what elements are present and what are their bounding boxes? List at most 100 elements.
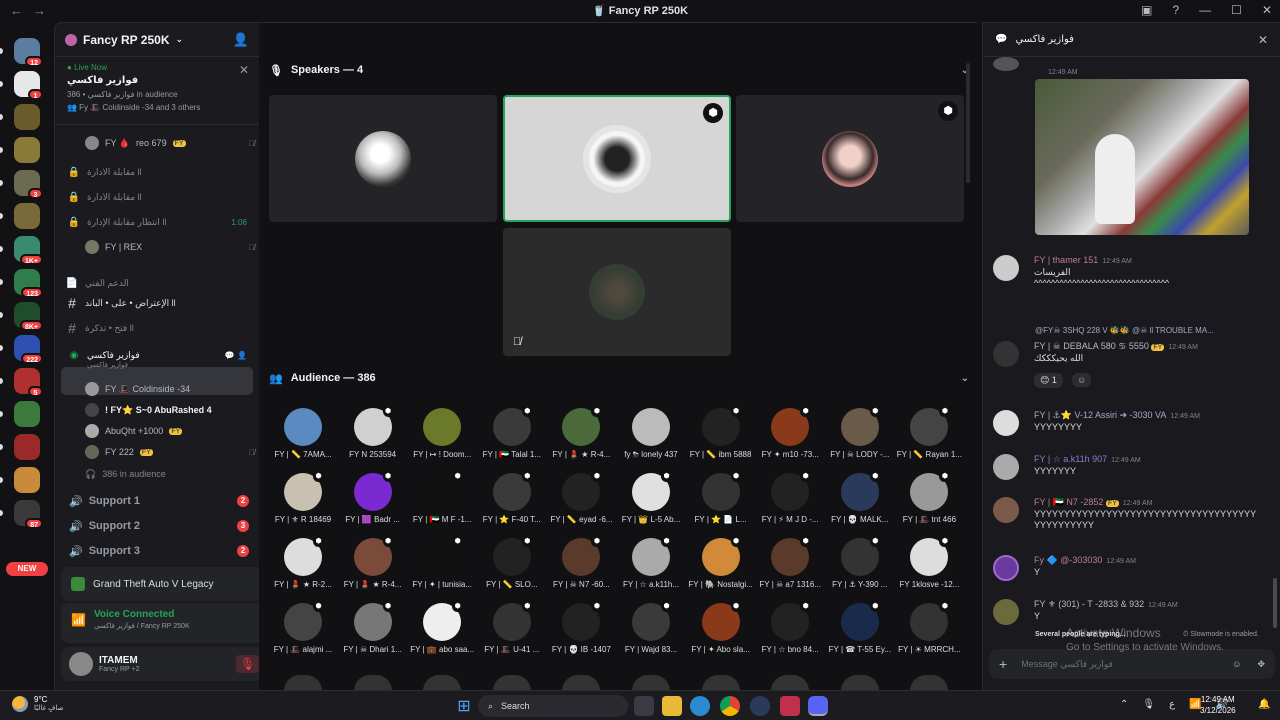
text-channel[interactable]: # الإعتراض • على • الباند ll [55,293,259,313]
audience-member[interactable]: ⬢ FY | ☆ bno 84... [755,601,825,663]
speaker-tile[interactable]: 🎙̸ [503,228,731,356]
image-attachment[interactable] [1035,79,1249,235]
server-icon[interactable]: 5 [14,368,43,397]
audience-count[interactable]: 🎧 386 in audience [85,465,255,483]
speaker-tile[interactable] [269,95,497,222]
avatar[interactable] [423,675,462,691]
avatar[interactable] [353,675,392,691]
close-icon[interactable]: ✕ [1258,33,1268,47]
server-icon[interactable]: 123 [14,269,43,298]
audience-member[interactable]: ⬢ FY | 💄 ★ R-2... [268,536,338,598]
audience-member[interactable]: FY | ↦ ! Doom... [407,408,477,468]
server-icon[interactable] [14,203,40,229]
message-author[interactable]: FY | thamer 151 [1034,255,1098,265]
audience-member[interactable]: ⬢ FY | ☠ N7 -60... [546,536,616,598]
close-icon[interactable]: ✕ [239,63,249,77]
notification-icon[interactable]: 🔔 [1258,699,1270,710]
audience-member[interactable]: ⬢ FY | 🎩 U-41 ... [477,601,547,663]
audience-member[interactable]: ⬢ FY | ⚡ M J D -... [755,471,825,533]
channel-item[interactable]: 🔒 مقابلة الادارة ll [55,162,259,182]
server-icon[interactable]: 222 [14,335,43,364]
avatar[interactable] [771,675,810,691]
audience-member[interactable]: ⬢ FY | ✦ Abo sla... [686,601,756,663]
channel-item[interactable]: 🔒 انتظار مقابلة الإدارة ll 1:06 [55,212,259,232]
message-author[interactable]: FY | 🇦🇪 N7 -2852 [1034,497,1103,507]
reaction[interactable]: 😊 1 [1034,373,1063,388]
task-view-icon[interactable] [634,696,654,716]
category-header[interactable]: 📄 الدعم الفني [55,273,259,293]
audience-member[interactable]: ⬢ FY | ☀ MRRCH... [894,601,964,663]
server-icon[interactable] [14,434,40,460]
avatar[interactable] [492,675,531,691]
avatar[interactable] [284,675,322,691]
live-stage-banner[interactable]: ● Live Now فوازير فاكسي فوازير فاكسي • 3… [55,57,259,125]
server-icon[interactable] [14,401,40,427]
server-icon[interactable]: 1 [14,71,43,100]
avatar[interactable] [562,675,601,691]
avatar[interactable] [632,675,670,691]
message-author[interactable]: FY | ☠ DEBALA 580 ♋ 5550 [1034,341,1149,351]
audience-member[interactable]: ⬢ FY | 🐘 Nostalgi... [686,536,756,598]
audience-member[interactable]: ⬢ FY | 🇦🇪 Talal 1... [477,406,547,468]
server-icon[interactable]: 8K+ [14,302,43,331]
message-author[interactable]: Fy 🔷 @-303030 [1034,555,1102,565]
rockstar-icon[interactable] [780,696,800,716]
support-channel[interactable]: 🔊 Support 32 [55,540,259,562]
support-channel[interactable]: 🔊 Support 23 [55,515,259,537]
apps-icon[interactable]: ✥ [1257,659,1265,670]
scrollbar[interactable] [1273,578,1277,628]
avatar[interactable] [910,675,949,691]
support-channel[interactable]: 🔊 Support 12 [55,490,259,512]
audience-member[interactable]: ⬢ FY | ⭐ F-40 T... [477,471,547,533]
help-icon[interactable]: ? [1172,3,1179,17]
server-icon[interactable] [14,467,40,493]
server-icon[interactable] [14,104,40,130]
stage-user[interactable]: AbuQht +1000 FY [85,422,255,440]
audience-member[interactable]: ⬢ FY | 📏 Rayan 1... [894,406,964,468]
audience-member[interactable]: ⬢ FY | ☠ LODY -... [825,406,895,468]
audience-member[interactable]: fy ⛈ lonely 437 [616,408,686,468]
audience-member[interactable]: ⬢ FY | ☆ a.k11h... [616,536,686,598]
avatar[interactable] [840,675,879,691]
audience-member[interactable]: ⬢ FY | 🟪 Badr ... [338,471,408,533]
audience-member[interactable]: ⬢ FY | 📏 SLO... [477,536,547,598]
voice-user[interactable]: FY 🩸 reo 679 FY 🎙̸ [85,134,255,152]
audience-member[interactable]: ⬢ FY ✦ m10 -73... [755,406,825,468]
add-attachment-icon[interactable]: + [999,656,1007,672]
audience-member[interactable]: ⬢ FY | 🇦🇪 M F -1... [407,471,477,533]
audience-member[interactable]: ⬢ FY | ⚓ Y-390 ... [825,536,895,598]
server-icon[interactable]: 12 [14,38,43,67]
audience-member[interactable]: ⬢ FY | ☎ T-55 Ey... [825,601,895,663]
maximize-icon[interactable]: ☐ [1231,3,1242,17]
audience-member[interactable]: ⬢ FY | 💀 IB -1407 [546,601,616,663]
message-input[interactable]: Message فوازير فاكسي [1021,659,1113,670]
speaker-tile-speaking[interactable]: ⬢ [503,95,731,222]
clock[interactable]: 12:49 AM 3/12/2026 [1200,694,1236,716]
audience-member[interactable]: ⬢ FY | ⚜ R 18469 [268,471,338,533]
audience-member[interactable]: ⬢ FY | ⭐ 📄 L... [686,471,756,533]
audience-member[interactable]: ⬢ FY | 📏 eyad -6... [546,471,616,533]
edge-icon[interactable] [690,696,710,716]
file-explorer-icon[interactable] [662,696,682,716]
audience-header[interactable]: 👥 Audience — 386 ⌄ [269,368,969,388]
weather-widget[interactable]: 9°C صافٍ غالبًا [12,695,63,712]
add-reaction-icon[interactable]: ☺ [1072,373,1092,387]
channel-item[interactable]: 🔒 مقابلة الادارة ll [55,187,259,207]
new-badge[interactable]: NEW [6,562,48,576]
audience-member[interactable]: ⬢ FY | 💀 MALK... [825,471,895,533]
message-author[interactable]: FY | ☆ a.k11h 907 [1034,454,1107,464]
stage-user[interactable]: FY 222 FY 🎙̸ [85,443,255,461]
add-member-icon[interactable]: 👤 [233,32,249,48]
audience-member[interactable]: ⬢ FY | 📏 ibm 5888 [686,406,756,468]
avatar[interactable] [993,599,1019,625]
avatar[interactable] [993,255,1019,281]
audience-member[interactable]: ⬢ FY | 💄 ★ R-4... [546,406,616,468]
inbox-icon[interactable]: ▣ [1141,3,1152,17]
message-author[interactable]: FY ⚜ (301) - T -2833 & 932 [1034,599,1144,609]
speakers-header[interactable]: 🎙 Speakers — 4 ⌄ [269,60,969,80]
audience-member[interactable]: ⬢ FY | 💼 abo saa... [407,601,477,663]
avatar[interactable] [701,675,740,691]
minimize-icon[interactable]: — [1199,3,1211,17]
mic-icon[interactable]: 🎙 [1142,699,1155,710]
taskbar-search[interactable]: ⌕ Search [478,695,628,717]
